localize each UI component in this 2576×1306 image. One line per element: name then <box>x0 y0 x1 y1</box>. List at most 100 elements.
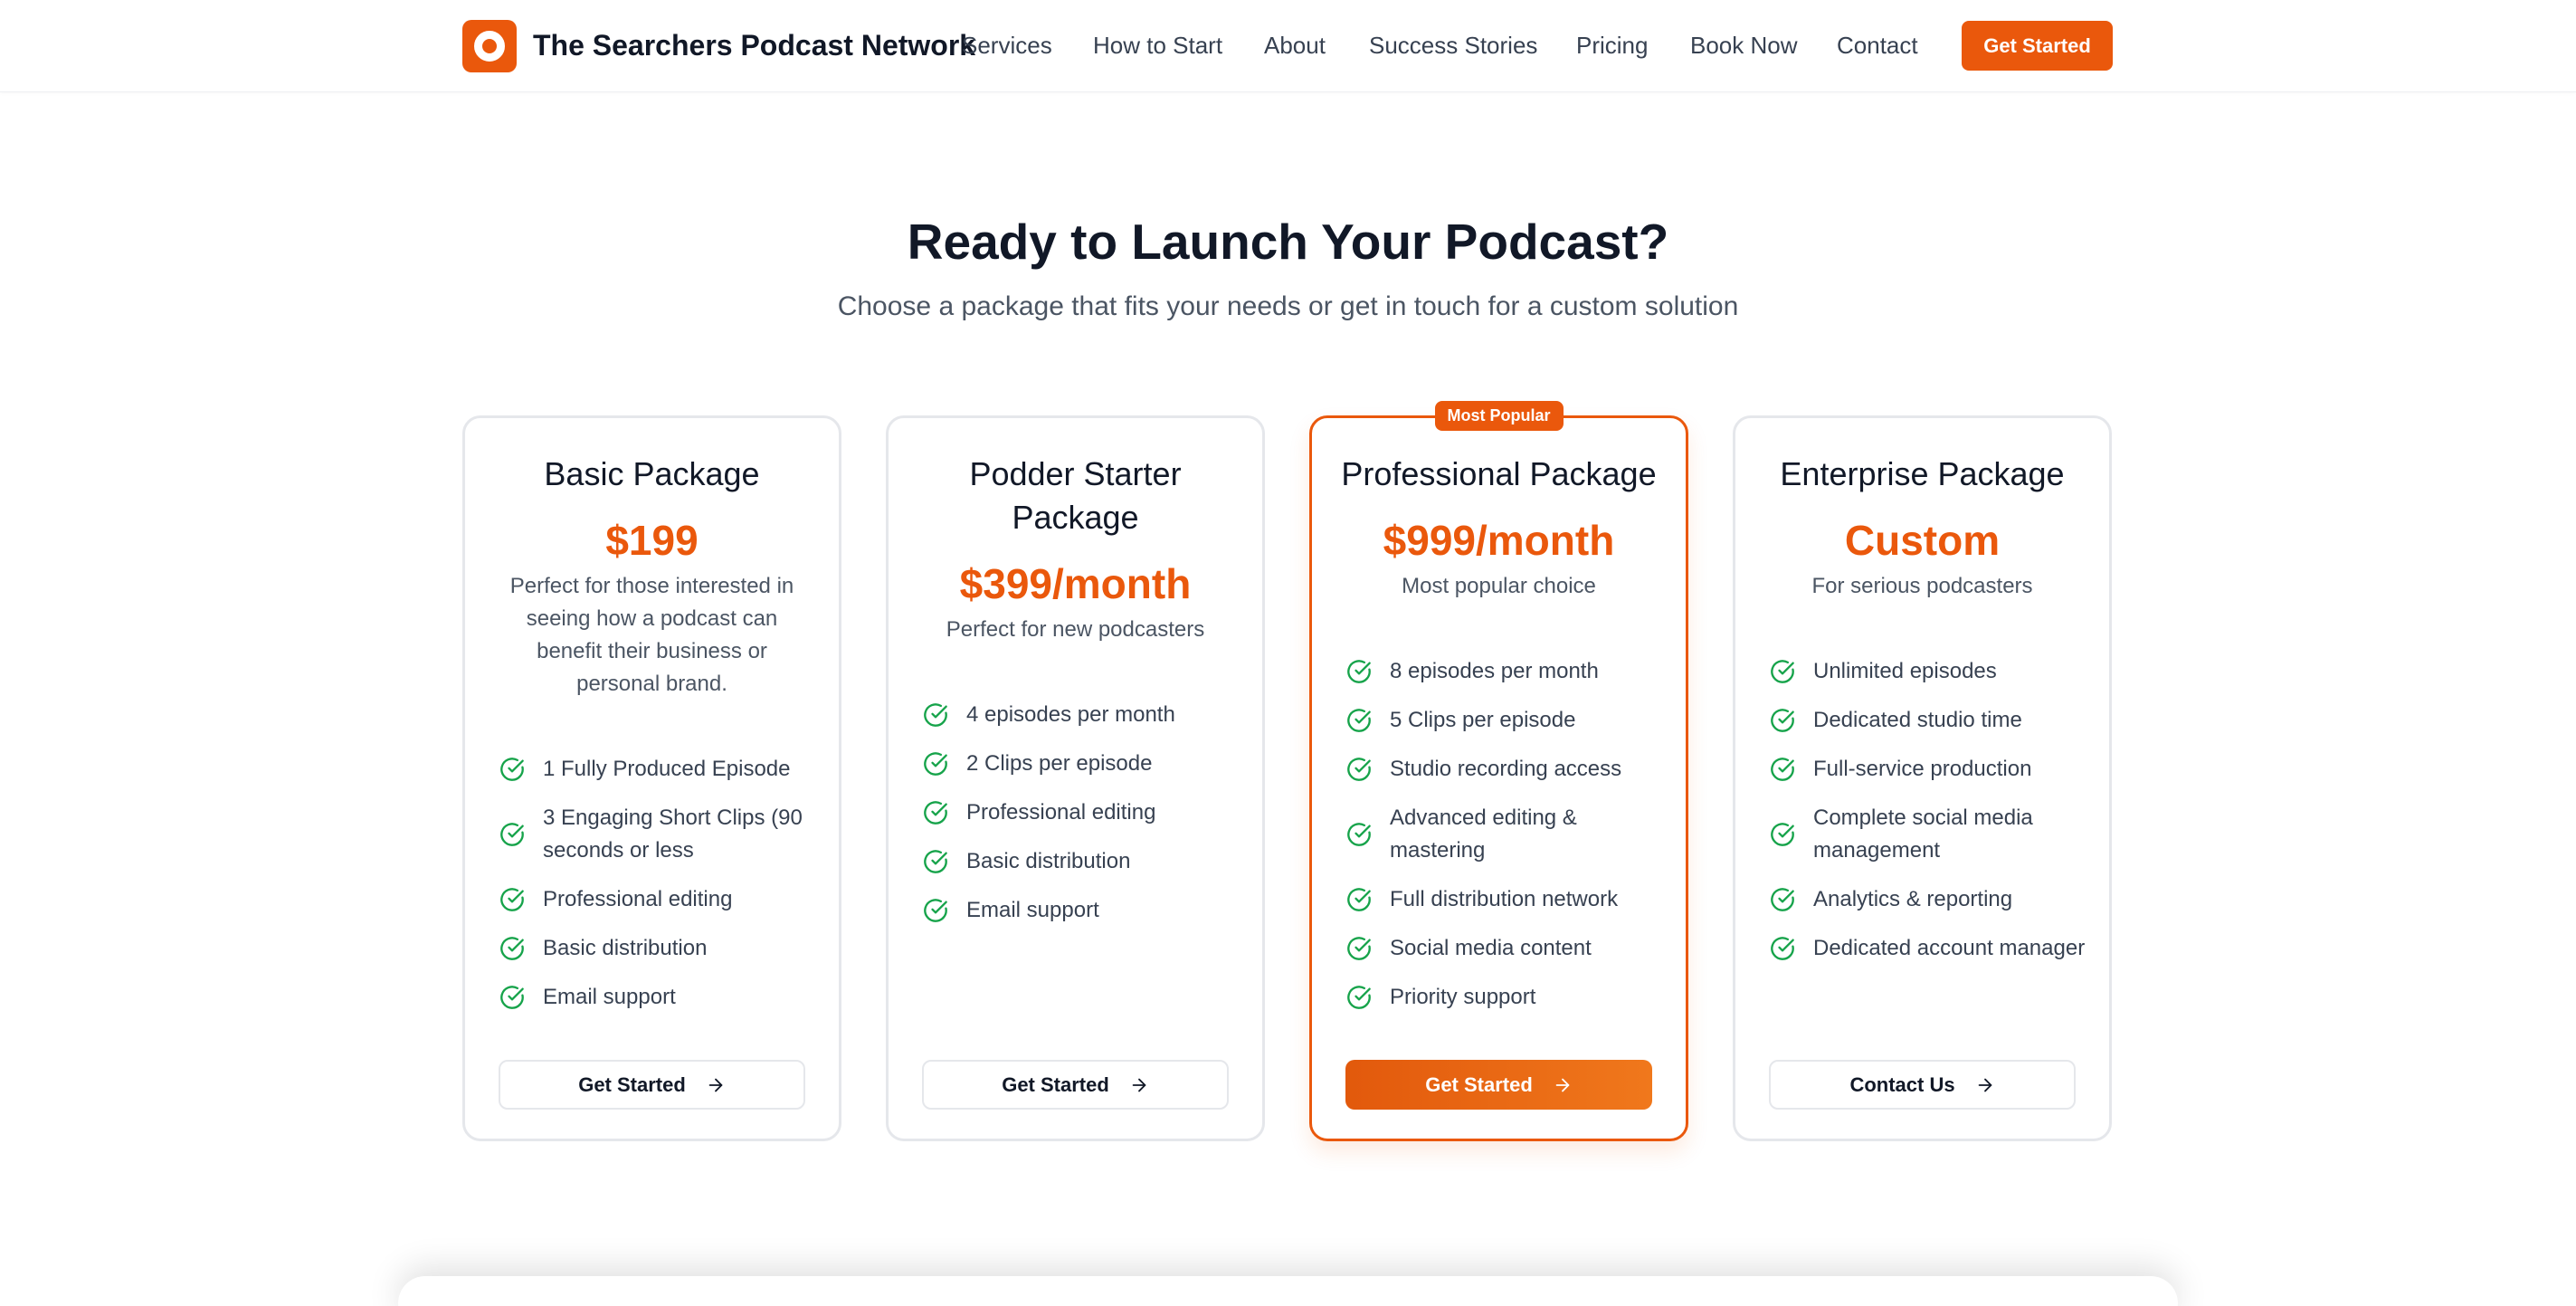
feature-item: Full-service production <box>1770 753 2091 786</box>
check-circle-icon <box>924 899 947 922</box>
feature-text: Full distribution network <box>1390 887 1619 911</box>
pricing-card-podder-starter: Podder Starter Package $399/month Perfec… <box>886 415 1265 1141</box>
package-price: Custom <box>1844 517 2001 564</box>
package-description: Perfect for new podcasters <box>946 617 1205 642</box>
package-price: $999/month <box>1383 517 1615 564</box>
check-circle-icon <box>1347 823 1371 846</box>
feature-item: 4 episodes per month <box>923 699 1244 731</box>
pricing-card-enterprise: Enterprise Package Custom For serious po… <box>1733 415 2112 1141</box>
feature-text: 3 Engaging Short Clips (90 seconds or le… <box>543 806 803 863</box>
feature-item: Professional editing <box>499 883 821 916</box>
feature-text: Basic distribution <box>966 849 1131 873</box>
feature-item: Studio recording access <box>1346 753 1668 786</box>
check-circle-icon <box>1771 709 1794 732</box>
contact-us-button[interactable]: Contact Us <box>1769 1060 2076 1110</box>
pricing-card-professional: Most Popular Professional Package $999/m… <box>1309 401 1688 1141</box>
feature-item: 2 Clips per episode <box>923 748 1244 780</box>
site-header: The Searchers Podcast Network Services H… <box>0 0 2576 92</box>
check-circle-icon <box>1771 937 1794 960</box>
pricing-card-basic: Basic Package $199 Perfect for those int… <box>462 415 841 1141</box>
check-circle-icon <box>1771 758 1794 781</box>
feature-text: Basic distribution <box>543 936 708 960</box>
arrow-right-icon <box>1132 1078 1146 1092</box>
check-circle-icon <box>1347 660 1371 683</box>
feature-item: Advanced editing & mastering <box>1346 802 1668 867</box>
feature-item: 1 Fully Produced Episode <box>499 753 821 786</box>
feature-text: Analytics & reporting <box>1813 887 2013 911</box>
check-circle-icon <box>924 801 947 825</box>
starter-get-started-button[interactable]: Get Started <box>922 1060 1229 1110</box>
feature-text: 2 Clips per episode <box>966 751 1153 776</box>
feature-item: Basic distribution <box>923 845 1244 878</box>
package-price: $199 <box>605 517 699 564</box>
feature-text: Social media content <box>1390 936 1592 960</box>
feature-text: Full-service production <box>1813 757 2032 781</box>
arrow-right-icon <box>1555 1078 1570 1092</box>
brand-name[interactable]: The Searchers Podcast Network <box>533 29 975 62</box>
feature-item: Dedicated account manager <box>1770 932 2091 965</box>
feature-item: Analytics & reporting <box>1770 883 2091 916</box>
feature-text: 1 Fully Produced Episode <box>543 757 791 781</box>
check-circle-icon <box>500 758 524 781</box>
professional-get-started-button[interactable]: Get Started <box>1345 1060 1652 1110</box>
feature-text: Complete social media management <box>1813 806 2033 863</box>
feature-list: 1 Fully Produced Episode 3 Engaging Shor… <box>499 753 821 1030</box>
logo-icon[interactable] <box>462 20 517 72</box>
feature-item: Social media content <box>1346 932 1668 965</box>
feature-text: Professional editing <box>543 887 733 911</box>
feature-text: Unlimited episodes <box>1813 659 1997 683</box>
header-get-started-button[interactable]: Get Started <box>1962 21 2113 71</box>
package-price: $399/month <box>959 560 1192 607</box>
feature-item: Basic distribution <box>499 932 821 965</box>
basic-get-started-button[interactable]: Get Started <box>499 1060 805 1110</box>
next-section-edge <box>398 1276 2178 1306</box>
feature-item: Full distribution network <box>1346 883 1668 916</box>
check-circle-icon <box>1347 709 1371 732</box>
feature-text: Priority support <box>1390 985 1536 1009</box>
most-popular-badge: Most Popular <box>1434 401 1564 431</box>
check-circle-icon <box>1347 758 1371 781</box>
page-title: Ready to Launch Your Podcast? <box>907 214 1669 270</box>
package-description: Most popular choice <box>1402 574 1596 598</box>
feature-text: Dedicated account manager <box>1813 936 2086 960</box>
feature-text: Email support <box>966 898 1099 922</box>
feature-list: Unlimited episodes Dedicated studio time… <box>1770 655 2091 981</box>
check-circle-icon <box>924 752 947 776</box>
button-label: Get Started <box>578 1072 686 1096</box>
feature-text: 8 episodes per month <box>1390 659 1599 683</box>
feature-item: 3 Engaging Short Clips (90 seconds or le… <box>499 802 821 867</box>
feature-item: Complete social media management <box>1770 802 2091 867</box>
check-circle-icon <box>500 823 524 846</box>
nav-services[interactable]: Services <box>962 32 1052 60</box>
feature-list: 4 episodes per month 2 Clips per episode… <box>923 699 1244 943</box>
nav-pricing[interactable]: Pricing <box>1576 32 1648 60</box>
page-subtitle: Choose a package that fits your needs or… <box>837 291 1739 321</box>
check-circle-icon <box>924 703 947 727</box>
check-circle-icon <box>1347 986 1371 1009</box>
feature-text: Professional editing <box>966 800 1156 825</box>
package-title: Podder Starter Package <box>969 455 1182 536</box>
feature-text: Advanced editing & mastering <box>1390 806 1577 863</box>
check-circle-icon <box>500 888 524 911</box>
package-title: Basic Package <box>544 455 760 492</box>
check-circle-icon <box>500 986 524 1009</box>
check-circle-icon <box>1771 888 1794 911</box>
feature-item: Priority support <box>1346 981 1668 1014</box>
button-label: Get Started <box>1425 1072 1533 1096</box>
feature-text: Email support <box>543 985 676 1009</box>
feature-item: Email support <box>499 981 821 1014</box>
button-label: Get Started <box>1002 1072 1109 1096</box>
check-circle-icon <box>1347 888 1371 911</box>
arrow-right-icon <box>1978 1078 1991 1092</box>
feature-list: 8 episodes per month 5 Clips per episode… <box>1346 655 1668 1030</box>
feature-text: Studio recording access <box>1390 757 1622 781</box>
arrow-right-icon <box>708 1078 723 1092</box>
package-description: For serious podcasters <box>1811 574 2033 598</box>
nav-success-stories[interactable]: Success Stories <box>1369 32 1537 60</box>
nav-contact[interactable]: Contact <box>1837 32 1918 60</box>
nav-how-to-start[interactable]: How to Start <box>1093 32 1222 60</box>
feature-text: 4 episodes per month <box>966 702 1175 727</box>
nav-about[interactable]: About <box>1264 32 1326 60</box>
check-circle-icon <box>1771 660 1794 683</box>
nav-book-now[interactable]: Book Now <box>1690 32 1798 60</box>
